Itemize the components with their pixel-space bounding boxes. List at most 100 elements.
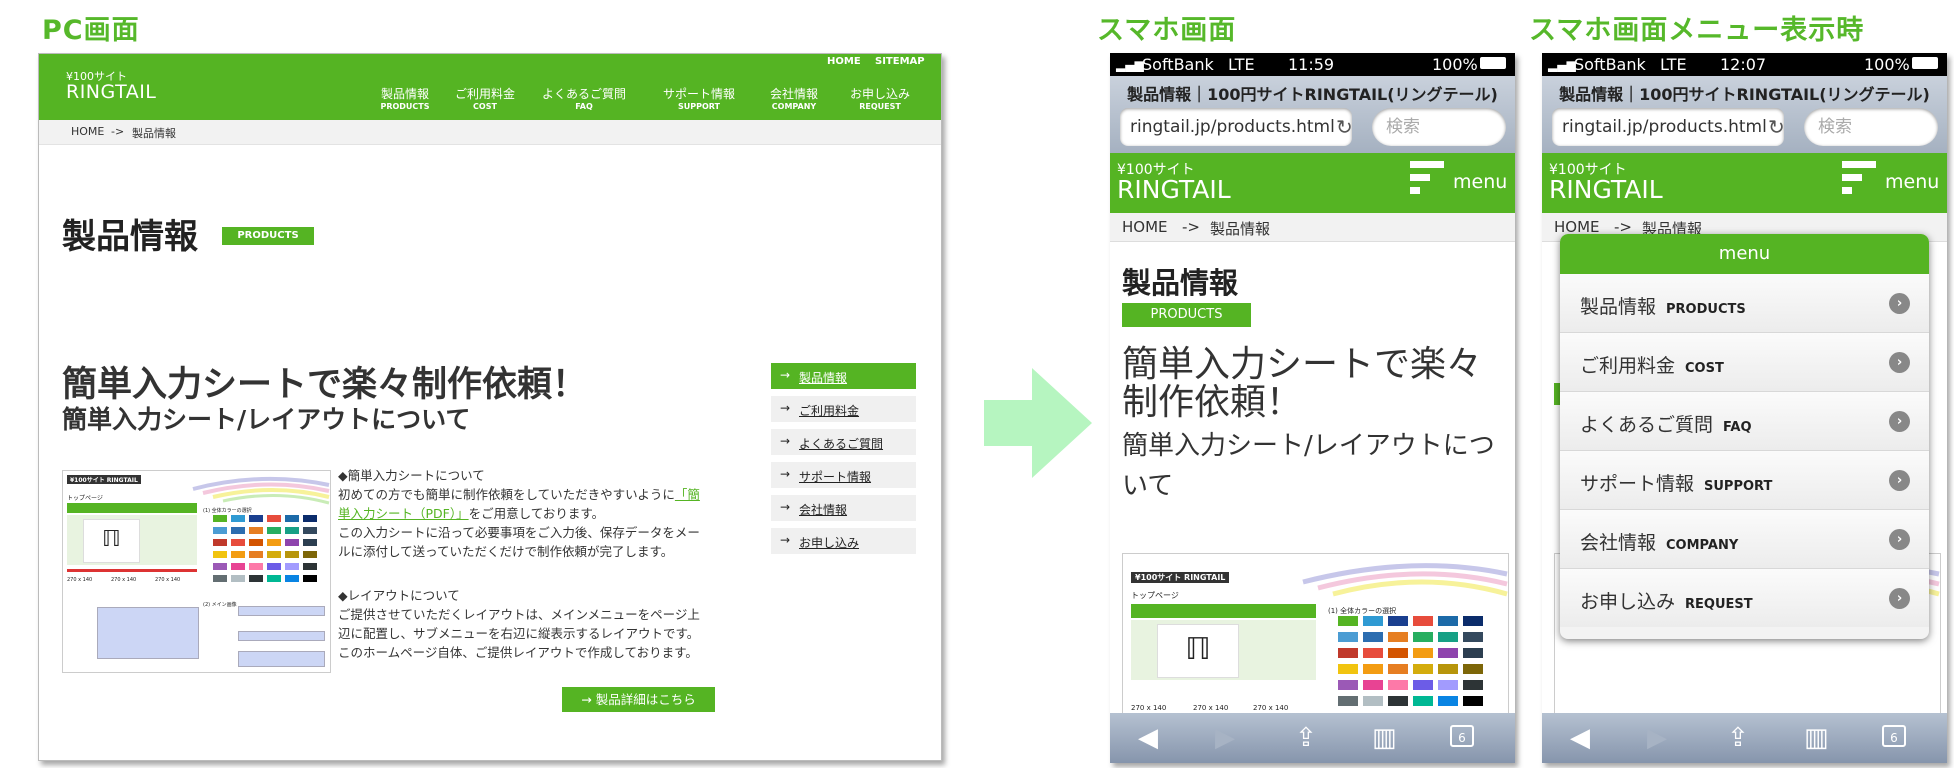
section-title-pc: PC画面 (42, 15, 140, 46)
browser-page-title: 製品情報｜100円サイトRINGTAIL(リングテール) (1559, 85, 1930, 104)
sheet-heading: ◆簡単入力シートについて (338, 468, 485, 483)
battery-level: 100% (1432, 55, 1478, 74)
page-title-badge: PRODUCTS (222, 227, 314, 245)
sp-header: ¥100サイト RINGTAIL menu (1542, 153, 1947, 213)
arrow-right-icon: → (780, 434, 791, 448)
browser-page-title: 製品情報｜100円サイトRINGTAIL(リングテール) (1127, 85, 1498, 104)
chevron-right-icon: › (1889, 411, 1910, 432)
arrow-right-icon: → (780, 467, 791, 481)
breadcrumb-current: 製品情報 (132, 127, 176, 140)
side-menu-item-company[interactable]: → 会社情報 (771, 495, 916, 521)
sheet-pdf-link[interactable]: 「簡 (675, 487, 700, 502)
reload-icon[interactable]: ↻ (1768, 108, 1784, 146)
breadcrumb-separator: -> (111, 125, 125, 138)
side-menu-item-support[interactable]: → サポート情報 (771, 462, 916, 488)
sheet-pdf-link-cont[interactable]: 単入力シート（PDF）」 (338, 506, 469, 521)
pc-header: ¥100サイト RINGTAIL HOME SITEMAP 製品情報 PRODUC… (39, 54, 941, 120)
util-link-home[interactable]: HOME (827, 56, 861, 67)
menu-button[interactable]: menu (1453, 171, 1507, 193)
brand-logo[interactable]: RINGTAIL (1117, 175, 1231, 204)
menu-overlay-header: menu (1560, 234, 1929, 274)
breadcrumb: HOME -> 製品情報 (1110, 213, 1515, 242)
tabs-icon[interactable]: 6 (1450, 725, 1474, 747)
status-bar: ▂▄▆ SoftBank LTE 11:59 100% (1110, 53, 1515, 76)
nav-item-faq[interactable]: よくあるご質問 FAQ (539, 88, 629, 111)
sp-screen: ▂▄▆ SoftBank LTE 11:59 100% 製品情報｜100円サイト… (1110, 53, 1515, 763)
section-subheading: 簡単入力シート/レイアウトについて (62, 405, 471, 434)
menu-item-faq[interactable]: よくあるご質問 FAQ › (1560, 392, 1929, 451)
pc-screen: ¥100サイト RINGTAIL HOME SITEMAP 製品情報 PRODUC… (38, 53, 942, 761)
share-icon[interactable]: ⇪ (1295, 723, 1317, 753)
menu-button[interactable]: menu (1885, 171, 1939, 193)
breadcrumb: HOME -> 製品情報 (39, 120, 941, 145)
chevron-right-icon: › (1889, 352, 1910, 373)
section-title-sp: スマホ画面 (1097, 15, 1237, 46)
tabs-icon[interactable]: 6 (1882, 725, 1906, 747)
breadcrumb-home[interactable]: HOME (1122, 218, 1168, 236)
bookmarks-icon[interactable]: ▥ (1372, 723, 1397, 753)
page-title: 製品情報 (62, 217, 198, 257)
page-title: 製品情報 (1122, 266, 1239, 300)
hamburger-icon[interactable] (1410, 161, 1444, 200)
arrow-right-icon: → (581, 692, 596, 707)
browser-toolbar: ◀ ▶ ⇪ ▥ 6 (1542, 713, 1947, 763)
menu-item-company[interactable]: 会社情報 COMPANY › (1560, 510, 1929, 569)
url-input[interactable]: ringtail.jp/products.html ↻ (1120, 108, 1352, 146)
menu-item-cost[interactable]: ご利用料金 COST › (1560, 333, 1929, 392)
reload-icon[interactable]: ↻ (1336, 108, 1352, 146)
chevron-right-icon: › (1889, 588, 1910, 609)
nav-item-cost[interactable]: ご利用料金 COST (451, 88, 519, 111)
bookmarks-icon[interactable]: ▥ (1804, 723, 1829, 753)
status-time: 11:59 (1288, 55, 1335, 74)
status-time: 12:07 (1720, 55, 1767, 74)
arrow-right-icon (984, 368, 1092, 478)
side-menu-item-products[interactable]: → 製品情報 (771, 363, 916, 389)
page-title-badge: PRODUCTS (1122, 303, 1251, 327)
layout-text-line-2: 辺に配置し、サブメニューを右辺に縦表示するレイアウトです。 (338, 626, 700, 641)
menu-item-support[interactable]: サポート情報 SUPPORT › (1560, 451, 1929, 510)
thumb-color-grid (213, 515, 317, 582)
menu-item-request[interactable]: お申し込み REQUEST › (1560, 569, 1929, 627)
util-link-sitemap[interactable]: SITEMAP (875, 56, 925, 67)
sheet-text-line-1: 初めての方でも簡単に制作依頼をしていただきやすいように「簡 (338, 487, 700, 502)
signal-icon: ▂▄▆ (1116, 58, 1144, 72)
brand-logo[interactable]: RINGTAIL (1549, 175, 1663, 204)
back-icon[interactable]: ◀ (1570, 723, 1590, 753)
url-input[interactable]: ringtail.jp/products.html ↻ (1552, 108, 1784, 146)
battery-icon (1480, 57, 1506, 69)
nav-item-support[interactable]: サポート情報 SUPPORT (659, 88, 739, 111)
hamburger-icon[interactable] (1842, 161, 1876, 200)
side-menu-item-faq[interactable]: → よくあるご質問 (771, 429, 916, 455)
layout-text-line-1: ご提供させていただくレイアウトは、メインメニューをページ上 (338, 607, 700, 622)
arrow-right-icon: → (780, 401, 791, 415)
arrow-right-icon: → (780, 368, 791, 382)
sheet-text-line-3: この入力シートに沿って必要事項をご入力後、保存データをメー (338, 525, 700, 540)
layout-sheet-thumbnail[interactable]: ¥100サイト RINGTAIL トップページ ℿ 270 x 140 270 … (62, 470, 331, 673)
breadcrumb-current: 製品情報 (1210, 220, 1271, 238)
arrow-right-icon: → (780, 533, 791, 547)
side-menu-item-cost[interactable]: → ご利用料金 (771, 396, 916, 422)
section-subheading: 簡単入力シート/レイアウトについて (1122, 431, 1495, 501)
breadcrumb-separator: -> (1182, 218, 1200, 236)
nav-item-company[interactable]: 会社情報 COMPANY (766, 88, 822, 111)
browser-search-input[interactable]: 検索 (1372, 108, 1506, 146)
section-heading: 簡単入力シートで楽々制作依頼！ (1122, 344, 1483, 423)
browser-toolbar: ◀ ▶ ⇪ ▥ 6 (1110, 713, 1515, 763)
back-icon[interactable]: ◀ (1138, 723, 1158, 753)
breadcrumb-home[interactable]: HOME (71, 125, 104, 138)
brand-logo[interactable]: RINGTAIL (66, 81, 156, 103)
forward-icon: ▶ (1647, 723, 1667, 753)
thumb-color-grid (1338, 616, 1483, 706)
nav-item-products[interactable]: 製品情報 PRODUCTS (377, 88, 433, 111)
status-bar: ▂▄▆ SoftBank LTE 12:07 100% (1542, 53, 1947, 76)
side-menu-item-request[interactable]: → お申し込み (771, 528, 916, 554)
layout-sheet-thumbnail[interactable]: ¥100サイト RINGTAIL トップページ ℿ 270 x 140 270 … (1122, 553, 1509, 735)
menu-item-products[interactable]: 製品情報 PRODUCTS › (1560, 274, 1929, 333)
layout-heading: ◆レイアウトについて (338, 588, 460, 603)
product-detail-button[interactable]: → 製品詳細はこちら (562, 687, 715, 712)
browser-search-input[interactable]: 検索 (1804, 108, 1938, 146)
sheet-text-line-2: 単入力シート（PDF）」をご用意しております。 (338, 506, 605, 521)
share-icon[interactable]: ⇪ (1727, 723, 1749, 753)
forward-icon: ▶ (1215, 723, 1235, 753)
nav-item-request[interactable]: お申し込み REQUEST (846, 88, 914, 111)
